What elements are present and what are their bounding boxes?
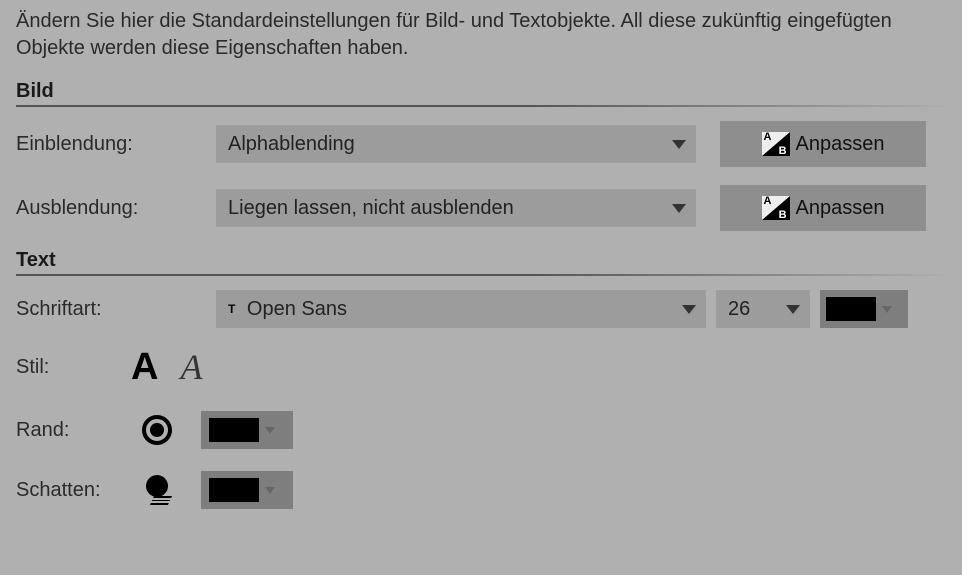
shadow-ball-icon [146, 475, 168, 497]
section-heading-text: Text [16, 249, 952, 272]
color-box [826, 297, 876, 321]
ab-icon: AB [762, 196, 790, 220]
shadow-label: Schatten: [16, 479, 131, 502]
fade-in-select[interactable]: Alphablending [216, 125, 696, 163]
fade-in-adjust-button[interactable]: AB Anpassen [720, 121, 926, 167]
color-box [209, 418, 259, 442]
shadow-color-swatch[interactable] [201, 471, 293, 509]
chevron-down-icon [672, 140, 686, 149]
right-edge [962, 0, 968, 575]
chevron-down-icon [265, 427, 275, 434]
chevron-down-icon [672, 204, 686, 213]
font-select[interactable]: T Open Sans [216, 290, 706, 328]
color-box [209, 478, 259, 502]
divider [16, 274, 952, 276]
fade-out-adjust-button[interactable]: AB Anpassen [720, 185, 926, 231]
fade-out-label: Ausblendung: [16, 197, 216, 220]
chevron-down-icon [682, 305, 696, 314]
font-label: Schriftart: [16, 298, 216, 321]
italic-toggle[interactable]: A [180, 346, 202, 388]
font-size-select[interactable]: 26 [716, 290, 810, 328]
fade-in-value: Alphablending [228, 133, 355, 156]
ab-icon: AB [762, 132, 790, 156]
font-type-icon: T [228, 302, 235, 316]
fade-in-adjust-label: Anpassen [796, 133, 885, 156]
chevron-down-icon [786, 305, 800, 314]
fade-in-label: Einblendung: [16, 133, 216, 156]
font-value: Open Sans [247, 298, 347, 320]
divider [16, 105, 952, 107]
fade-out-select[interactable]: Liegen lassen, nicht ausblenden [216, 189, 696, 227]
border-label: Rand: [16, 419, 131, 442]
bold-toggle[interactable]: A [131, 346, 158, 389]
fade-out-adjust-label: Anpassen [796, 197, 885, 220]
font-color-swatch[interactable] [820, 290, 908, 328]
chevron-down-icon [265, 487, 275, 494]
border-toggle[interactable] [142, 415, 172, 445]
shadow-hatch-icon [150, 496, 172, 505]
font-size-value: 26 [728, 298, 750, 321]
intro-text: Ändern Sie hier die Standardeinstellunge… [16, 8, 952, 62]
shadow-toggle[interactable] [144, 475, 170, 505]
section-heading-image: Bild [16, 80, 952, 103]
chevron-down-icon [882, 306, 892, 313]
style-label: Stil: [16, 356, 131, 379]
border-color-swatch[interactable] [201, 411, 293, 449]
circle-icon [150, 423, 164, 437]
fade-out-value: Liegen lassen, nicht ausblenden [228, 197, 514, 220]
